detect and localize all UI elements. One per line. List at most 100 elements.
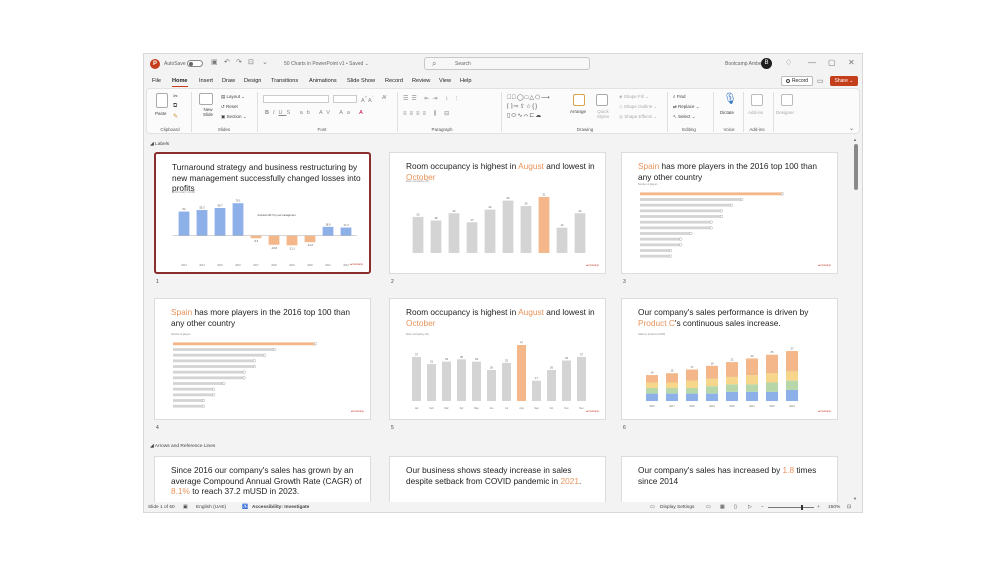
new-slide-icon[interactable] [199,93,213,105]
maximize-icon[interactable]: ▢ [828,58,836,67]
quick-styles-label[interactable]: Quick Styles [593,109,613,119]
quick-styles-icon[interactable] [596,94,608,106]
customize-toolbar-icon[interactable]: ⌄ [262,58,268,66]
font-size-dropdown[interactable] [333,95,357,103]
close-icon[interactable]: ✕ [848,58,855,67]
arrange-icon[interactable] [573,94,585,106]
minimize-icon[interactable]: — [808,58,816,67]
zoom-slider-knob[interactable] [801,505,803,510]
comments-icon[interactable]: ▭ [817,77,824,85]
vertical-scrollbar[interactable]: ▲ ▼ [852,136,860,502]
chart-bar-segment [686,388,698,394]
font-family-dropdown[interactable] [263,95,329,103]
align-buttons[interactable]: ≡≡≡≡ ⫼ ⊟ [403,110,452,118]
normal-view-icon[interactable]: ▭ [706,505,711,510]
paste-icon[interactable] [156,93,168,108]
scroll-up-icon[interactable]: ▲ [853,137,857,142]
zoom-in-icon[interactable]: + [817,505,820,510]
document-title[interactable]: 50 Charts in PowerPoint v1 • Saved ⌄ [284,61,369,67]
font-size-buttons[interactable]: A^ Aˇ [361,95,373,104]
display-settings[interactable]: Display Settings [660,505,694,510]
tab-insert[interactable]: Insert [199,78,213,84]
section-header-labels[interactable]: ◢ Labels [150,142,169,147]
tab-transitions[interactable]: Transitions [271,78,298,84]
share-button[interactable]: Share ⌄ [830,76,858,86]
select-label: Select [678,114,691,119]
microphone-icon[interactable]: 🎙 [723,92,737,105]
tab-view[interactable]: View [439,78,451,84]
dictate-label[interactable]: Dictate [720,110,734,115]
avatar[interactable]: B [761,58,772,69]
save-icon[interactable]: ▣ [211,58,218,66]
slide-title: Our company's sales performance is drive… [638,307,830,328]
shapes-gallery[interactable]: ▭⃫◯□△⬠⟶ ⌈⌉⇨⇧☆{} ▯⬭∿⌒⊏☁ [507,94,565,122]
shape-outline-button[interactable]: ◇ Shape Outline ⌄ [619,104,657,110]
list-buttons[interactable]: ☰☰ ⇤⇥ ↕ ⫶ [403,95,460,103]
fit-to-window-icon[interactable]: ⊡ [847,505,851,510]
ideas-icon[interactable]: ♢ [785,58,792,67]
language-status[interactable]: English (UAE) [196,505,226,510]
tab-file[interactable]: File [152,78,161,84]
select-button[interactable]: ↖ Select ⌄ [673,114,696,120]
slide-thumbnail[interactable]: Spain has more players in the 2016 top 1… [621,152,838,274]
zoom-out-icon[interactable]: − [761,505,764,510]
slide-thumbnail[interactable]: Turnaround strategy and business restruc… [154,152,371,274]
data-label: 35 [460,355,463,359]
slide-thumbnail[interactable]: Since 2016 our company's sales has grown… [154,456,371,502]
cut-icon[interactable]: ✂ [173,93,178,100]
new-slide-label[interactable]: New Slide [199,107,217,117]
designer-label[interactable]: Designer [776,110,794,115]
spelling-icon[interactable]: ▣ [183,505,188,510]
add-ins-button-label[interactable]: Add-ins [748,110,763,115]
tick-label: 2022 [343,264,349,267]
tab-home[interactable]: Home [172,78,188,87]
tab-record[interactable]: Record [385,78,403,84]
slide-thumbnail[interactable]: Our company's sales performance is drive… [621,298,838,420]
copy-icon[interactable]: ⧉ [173,103,177,110]
collapse-ribbon-icon[interactable]: ⌄ [849,125,854,132]
record-button[interactable]: Record [781,76,813,86]
add-ins-icon[interactable] [751,94,763,106]
undo-icon[interactable]: ↶ [224,58,230,66]
display-settings-icon[interactable]: ▭ [650,505,655,510]
zoom-slider[interactable] [768,507,814,508]
slide-sorter-view-icon[interactable]: ▦ [720,505,725,510]
present-icon[interactable]: ⊡ [248,58,254,66]
zoom-level[interactable]: 150% [828,505,840,510]
redo-icon[interactable]: ↷ [236,58,242,66]
scroll-down-icon[interactable]: ▼ [853,496,857,501]
slide-thumbnail[interactable]: Room occupancy is highest in August and … [389,152,606,274]
shape-effects-button[interactable]: ◎ Shape Effects ⌄ [619,114,657,120]
format-painter-icon[interactable]: ✎ [173,113,178,120]
tab-animations[interactable]: Animations [309,78,337,84]
slide-thumbnail[interactable]: Room occupancy is highest in August and … [389,298,606,420]
search-box[interactable]: ⌕ Search [424,57,590,70]
replace-button[interactable]: ⇄ Replace ⌄ [673,104,700,110]
tab-help[interactable]: Help [460,78,472,84]
tab-design[interactable]: Design [244,78,261,84]
section-header-arrows[interactable]: ◢ Arrows and Reference Lines [150,444,215,449]
status-bar: Slide 1 of 50 ▣ English (UAE) ♿ Accessib… [144,502,862,512]
slide-thumbnail[interactable]: Our company's sales has increased by 1.8… [621,456,838,502]
autosave-toggle[interactable] [187,60,203,67]
arrange-label[interactable]: Arrange [570,109,586,114]
slideshow-view-icon[interactable]: ▷ [748,505,752,510]
accessibility-icon[interactable]: ♿ [242,505,248,510]
tab-slide-show[interactable]: Slide Show [347,78,375,84]
font-style-buttons[interactable]: BIUS ab AV Aa A [265,110,367,116]
reset-button[interactable]: ↺ Reset [221,104,238,110]
slide-thumbnail[interactable]: Our business shows steady increase in sa… [389,456,606,502]
tab-draw[interactable]: Draw [222,78,235,84]
user-name[interactable]: Bootcamp Amber [725,61,763,67]
layout-button[interactable]: ▤ Layout ⌄ [221,94,245,100]
scrollbar-thumb[interactable] [854,144,858,190]
section-button[interactable]: ▣ Section ⌄ [221,114,247,120]
designer-icon[interactable] [781,94,793,106]
reading-view-icon[interactable]: ▯ [734,505,737,510]
accessibility-status[interactable]: Accessibility: Investigate [252,505,309,510]
find-button[interactable]: ⌕ Find [673,94,686,99]
shape-fill-button[interactable]: ◈ Shape Fill ⌄ [619,94,649,100]
slide-thumbnail[interactable]: Spain has more players in the 2016 top 1… [154,298,371,420]
tab-review[interactable]: Review [412,78,430,84]
clear-formatting-icon[interactable]: A̸ [382,95,386,101]
